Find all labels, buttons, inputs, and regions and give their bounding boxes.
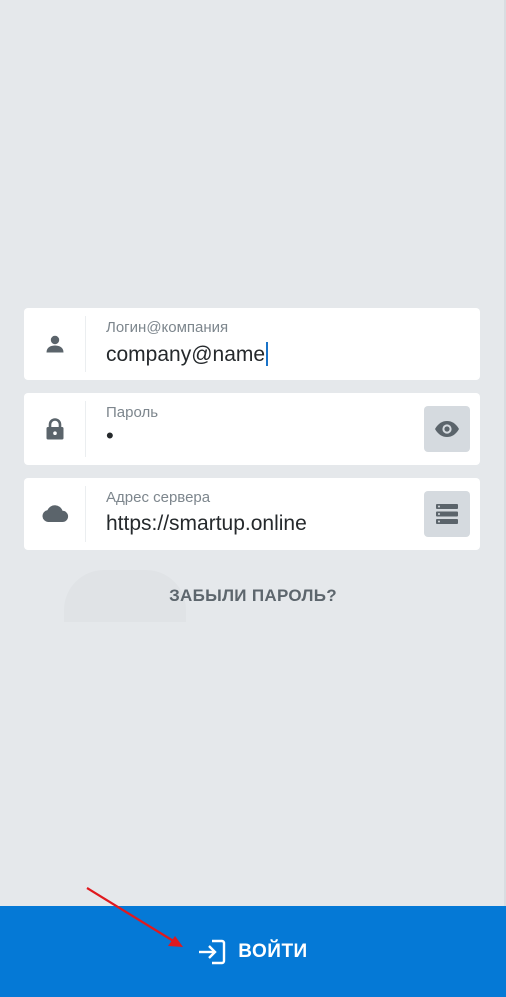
forgot-password-link[interactable]: ЗАБЫЛИ ПАРОЛЬ? bbox=[0, 586, 506, 606]
field-divider bbox=[85, 486, 86, 542]
server-input[interactable]: https://smartup.online bbox=[106, 512, 307, 536]
server-field[interactable]: Адрес сервера https://smartup.online bbox=[24, 478, 480, 550]
server-list-button[interactable] bbox=[424, 491, 470, 537]
lock-icon bbox=[24, 393, 86, 465]
server-list-icon bbox=[436, 504, 458, 524]
field-divider bbox=[85, 401, 86, 457]
password-field[interactable]: Пароль • bbox=[24, 393, 480, 465]
text-caret bbox=[266, 342, 269, 366]
login-input-text: company@name bbox=[106, 343, 266, 366]
login-screen: Логин@компания company@name Пароль • Адр… bbox=[0, 0, 506, 997]
password-label: Пароль bbox=[106, 404, 159, 421]
field-divider bbox=[85, 316, 86, 372]
eye-icon bbox=[435, 421, 459, 437]
sign-in-icon bbox=[199, 939, 226, 964]
person-icon bbox=[24, 308, 86, 380]
login-button[interactable]: ВОЙТИ bbox=[0, 906, 506, 997]
cloud-icon bbox=[24, 478, 86, 550]
login-button-label: ВОЙТИ bbox=[238, 940, 308, 962]
login-field[interactable]: Логин@компания company@name bbox=[24, 308, 480, 380]
password-input[interactable]: • bbox=[106, 423, 114, 449]
login-label: Логин@компания bbox=[106, 319, 229, 336]
login-input[interactable]: company@name bbox=[106, 342, 269, 367]
server-label: Адрес сервера bbox=[106, 489, 211, 506]
toggle-password-visibility-button[interactable] bbox=[424, 406, 470, 452]
